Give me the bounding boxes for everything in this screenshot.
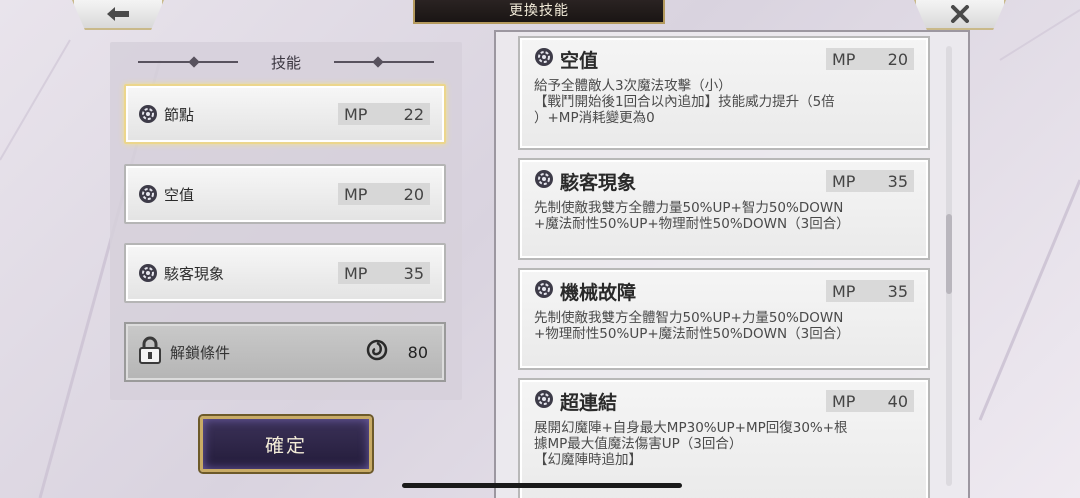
mp-label: MP [832, 281, 856, 301]
skill-slot-2[interactable]: 空值 MP 20 [124, 164, 446, 224]
mp-value: 22 [403, 104, 424, 124]
mp-cost-badge: MP 35 [338, 262, 430, 284]
skill-card-header: 空值 MP 20 [534, 47, 914, 72]
skill-gear-icon [534, 389, 554, 413]
mp-label: MP [344, 263, 368, 283]
mp-value: 35 [403, 263, 424, 283]
lock-icon [138, 336, 162, 368]
skill-slot-name: 節點 [164, 105, 195, 124]
mp-label: MP [344, 104, 368, 124]
home-indicator[interactable] [402, 483, 682, 488]
skill-card-name: 駭客現象 [560, 171, 637, 194]
mp-cost-badge: MP 20 [338, 183, 430, 205]
mp-value: 40 [887, 391, 908, 411]
skill-card-header: 超連結 MP 40 [534, 389, 914, 414]
close-icon [951, 5, 969, 23]
scroll-thumb[interactable] [946, 214, 952, 294]
skill-gear-icon [534, 47, 554, 71]
header-ornament-right [334, 61, 434, 63]
mp-cost-badge: MP 35 [826, 280, 914, 302]
mp-label: MP [832, 49, 856, 69]
unlock-condition-label: 解鎖條件 [170, 343, 231, 362]
back-button[interactable] [72, 0, 164, 30]
skill-card-header: 駭客現象 MP 35 [534, 169, 914, 194]
mp-label: MP [832, 391, 856, 411]
skill-gear-icon [138, 263, 158, 283]
mp-label: MP [344, 184, 368, 204]
mp-value: 35 [887, 281, 908, 301]
skill-card-name: 機械故障 [560, 281, 637, 304]
skill-card-3[interactable]: 機械故障 MP 35 先制使敵我雙方全體智力50%UP+力量50%DOWN +物… [518, 268, 930, 370]
unlock-condition-value: 80 [407, 342, 428, 362]
mp-value: 20 [403, 184, 424, 204]
spiral-icon [366, 339, 388, 365]
skill-gear-icon [138, 104, 158, 124]
skill-card-4[interactable]: 超連結 MP 40 展開幻魔陣+自身最大MP30%UP+MP回復30%+根 據M… [518, 378, 930, 498]
confirm-button[interactable]: 確定 [200, 416, 372, 472]
skill-card-1[interactable]: 空值 MP 20 給予全體敵人3次魔法攻擊（小） 【戰鬥開始後1回合以內追加】技… [518, 36, 930, 150]
skill-gear-icon [534, 279, 554, 303]
skill-gear-icon [534, 169, 554, 193]
scrollbar[interactable] [946, 46, 952, 486]
mp-value: 20 [887, 49, 908, 69]
arrow-left-icon [107, 7, 129, 21]
header-ornament-left [138, 61, 238, 63]
close-button[interactable] [914, 0, 1006, 30]
skill-gear-icon [138, 184, 158, 204]
skill-slot-name: 駭客現象 [164, 264, 225, 283]
mp-cost-badge: MP 35 [826, 170, 914, 192]
locked-skill-slot[interactable]: 解鎖條件 80 [124, 322, 446, 382]
skill-card-name: 空值 [560, 49, 599, 72]
mp-label: MP [832, 171, 856, 191]
mp-cost-badge: MP 22 [338, 103, 430, 125]
skill-slot-3[interactable]: 駭客現象 MP 35 [124, 243, 446, 303]
skill-card-description: 先制使敵我雙方全體智力50%UP+力量50%DOWN +物理耐性50%UP+魔法… [534, 310, 850, 342]
skill-card-name: 超連結 [560, 391, 618, 414]
skill-slot-name: 空值 [164, 185, 195, 204]
skill-card-header: 機械故障 MP 35 [534, 279, 914, 304]
skill-card-2[interactable]: 駭客現象 MP 35 先制使敵我雙方全體力量50%UP+智力50%DOWN +魔… [518, 158, 930, 260]
mp-cost-badge: MP 20 [826, 48, 914, 70]
skill-slot-1[interactable]: 節點 MP 22 [124, 84, 446, 144]
mp-cost-badge: MP 40 [826, 390, 914, 412]
mp-value: 35 [887, 171, 908, 191]
equipped-skills-panel: 技能 節點 MP 22 空值 MP 20 駭客現象 MP 35 解鎖條件 80 [110, 42, 462, 400]
skill-card-description: 給予全體敵人3次魔法攻擊（小） 【戰鬥開始後1回合以內追加】技能威力提升（5倍 … [534, 78, 835, 126]
skill-card-description: 先制使敵我雙方全體力量50%UP+智力50%DOWN +魔法耐性50%UP+物理… [534, 200, 850, 232]
skill-card-description: 展開幻魔陣+自身最大MP30%UP+MP回復30%+根 據MP最大值魔法傷害UP… [534, 420, 848, 468]
skill-list-panel[interactable]: 空值 MP 20 給予全體敵人3次魔法攻擊（小） 【戰鬥開始後1回合以內追加】技… [494, 30, 970, 498]
equipped-skills-title: 技能 [270, 53, 301, 72]
equipped-skills-header: 技能 [110, 50, 462, 74]
page-title: 更換技能 [413, 0, 665, 24]
